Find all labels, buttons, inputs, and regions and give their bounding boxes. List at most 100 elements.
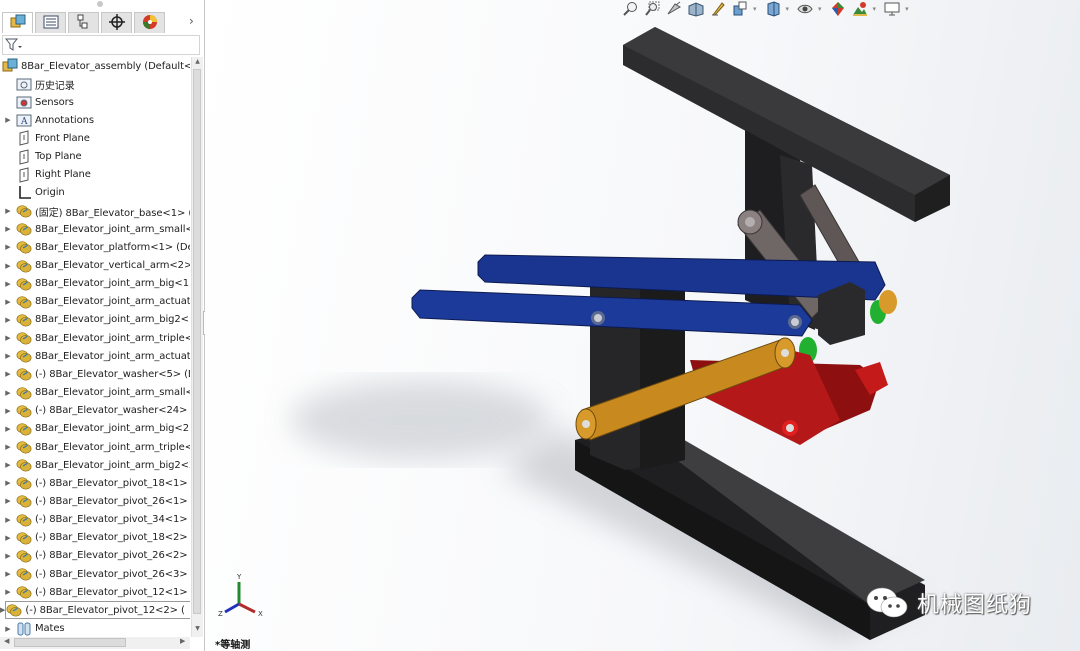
tree-item[interactable]: ▶ (-) 8Bar_Elevator_pivot_34<1> ( (0, 511, 190, 529)
tree-item[interactable]: Sensors (0, 93, 190, 111)
tree-item-content: Front Plane (16, 130, 90, 147)
propertymanager-tab[interactable] (35, 12, 66, 33)
tree-item[interactable]: ▶ A Annotations (0, 111, 190, 129)
tree-item-content: (-) 8Bar_Elevator_pivot_18<1> ( (16, 475, 190, 491)
vertical-scroll-thumb[interactable] (193, 69, 201, 614)
expand-arrow-icon[interactable]: ▶ (0, 588, 16, 596)
expand-arrow-icon[interactable]: ▶ (0, 243, 16, 251)
tree-item-label: Mates (35, 623, 65, 634)
tree-item-content: 8Bar_Elevator_joint_arm_triple< (16, 439, 190, 455)
scroll-down-arrow[interactable]: ▼ (193, 625, 202, 632)
tree-item[interactable]: 历史记录 (0, 75, 190, 93)
expand-arrow-icon[interactable]: ▶ (0, 316, 16, 324)
tree-item-label: Top Plane (35, 151, 82, 163)
tree-item[interactable]: ▶ (-) 8Bar_Elevator_pivot_26<2> ( (0, 547, 190, 565)
part-icon (16, 312, 32, 328)
tree-item[interactable]: ▶ (-) 8Bar_Elevator_pivot_12<2> ( (0, 601, 190, 620)
displaymanager-tab[interactable] (134, 12, 165, 33)
tree-item-content: 8Bar_Elevator_joint_arm_triple< (16, 330, 190, 346)
tree-item[interactable]: ▶ (-) 8Bar_Elevator_pivot_26<1> ( (0, 492, 190, 510)
horizontal-scroll-thumb[interactable] (14, 638, 126, 647)
tree-horizontal-scrollbar[interactable]: ◀ ▶ (0, 637, 190, 649)
expand-arrow-icon[interactable]: ▶ (0, 116, 16, 124)
tree-item[interactable]: Front Plane (0, 129, 190, 147)
tree-item-content: 8Bar_Elevator_joint_arm_small< (16, 385, 190, 401)
part-icon (16, 221, 32, 237)
tree-item[interactable]: ▶ 8Bar_Elevator_joint_arm_triple< (0, 329, 190, 347)
tree-item[interactable]: ▶ (-) 8Bar_Elevator_pivot_18<1> ( (0, 474, 190, 492)
tree-vertical-scrollbar[interactable]: ▲ ▼ (191, 57, 203, 637)
tree-item[interactable]: Top Plane (0, 148, 190, 166)
tree-item[interactable]: ▶ Mates (0, 620, 190, 638)
expand-arrow-icon[interactable]: ▶ (0, 497, 16, 505)
tree-item[interactable]: ▶ 8Bar_Elevator_platform<1> (De (0, 238, 190, 256)
dimxpert-tab[interactable] (101, 12, 132, 33)
expand-arrow-icon[interactable]: ▶ (0, 280, 16, 288)
tree-item[interactable]: Origin (0, 184, 190, 202)
tree-item[interactable]: ▶ (固定) 8Bar_Elevator_base<1> ( (0, 202, 190, 220)
tree-item-label: (-) 8Bar_Elevator_pivot_26<2> ( (35, 550, 190, 562)
expand-arrow-icon[interactable]: ▶ (0, 534, 16, 542)
expand-arrow-icon[interactable]: ▶ (0, 207, 16, 215)
expand-arrow-icon[interactable]: ▶ (0, 516, 16, 524)
expand-arrow-icon[interactable]: ▶ (0, 552, 16, 560)
tree-item[interactable]: ▶ (-) 8Bar_Elevator_washer<5> (D (0, 365, 190, 383)
tree-root-label: 8Bar_Elevator_assembly (Default<D (21, 60, 190, 72)
tree-root-assembly[interactable]: 8Bar_Elevator_assembly (Default<D (0, 57, 190, 75)
more-tabs-button[interactable]: › (189, 14, 194, 28)
expand-arrow-icon[interactable]: ▶ (0, 570, 16, 578)
tree-item-content: Origin (16, 185, 65, 201)
configurationmanager-tab[interactable] (68, 12, 99, 33)
tree-item[interactable]: ▶ 8Bar_Elevator_joint_arm_actuatc (0, 293, 190, 311)
tree-item[interactable]: ▶ (-) 8Bar_Elevator_pivot_26<3> ( (0, 565, 190, 583)
tree-item[interactable]: ▶ 8Bar_Elevator_joint_arm_small< (0, 220, 190, 238)
tree-item[interactable]: ▶ (-) 8Bar_Elevator_pivot_18<2> ( (0, 529, 190, 547)
tree-item-content: (固定) 8Bar_Elevator_base<1> ( (16, 203, 190, 219)
tree-item-label: 8Bar_Elevator_joint_arm_triple< (35, 441, 190, 453)
filter-bar[interactable] (2, 35, 200, 55)
graphics-viewport[interactable]: ▾ ▾ ▾ ▾ ▾ Y Z X *等轴测 机械图纸狗 (205, 0, 1080, 651)
tree-item-label: Right Plane (35, 169, 91, 181)
expand-arrow-icon[interactable]: ▶ (0, 443, 16, 451)
expand-arrow-icon[interactable]: ▶ (0, 334, 16, 342)
expand-arrow-icon[interactable]: ▶ (0, 262, 16, 270)
expand-arrow-icon[interactable]: ▶ (0, 389, 16, 397)
tree-item[interactable]: ▶ (-) 8Bar_Elevator_pivot_12<1> ( (0, 583, 190, 601)
tree-item[interactable]: Right Plane (0, 166, 190, 184)
part-icon (6, 602, 22, 618)
filter-icon[interactable] (4, 38, 23, 55)
featuremanager-tab[interactable] (2, 12, 33, 33)
expand-arrow-icon[interactable]: ▶ (0, 425, 16, 433)
scroll-right-arrow[interactable]: ▶ (180, 637, 185, 645)
scroll-left-arrow[interactable]: ◀ (4, 637, 9, 645)
assembly-3d-model[interactable] (205, 0, 1080, 651)
expand-arrow-icon[interactable]: ▶ (0, 352, 16, 360)
tree-item[interactable]: ▶ 8Bar_Elevator_joint_arm_big2<1 (0, 311, 190, 329)
tree-item[interactable]: ▶ 8Bar_Elevator_joint_arm_small< (0, 384, 190, 402)
tree-item[interactable]: ▶ 8Bar_Elevator_joint_arm_triple< (0, 438, 190, 456)
tree-item[interactable]: ▶ 8Bar_Elevator_joint_arm_big<1> (0, 275, 190, 293)
tree-item[interactable]: ▶ 8Bar_Elevator_joint_arm_actuatc (0, 347, 190, 365)
expand-arrow-icon[interactable]: ▶ (0, 370, 16, 378)
crosshair-icon (108, 13, 125, 33)
panel-grip[interactable] (97, 1, 103, 7)
expand-arrow-icon[interactable]: ▶ (0, 407, 16, 415)
svg-text:A: A (20, 117, 28, 127)
tree-item-content: 8Bar_Elevator_joint_arm_big<1> (16, 276, 190, 292)
configuration-icon (76, 14, 92, 33)
expand-arrow-icon[interactable]: ▶ (0, 461, 16, 469)
tree-item[interactable]: ▶ 8Bar_Elevator_joint_arm_big2<2 (0, 456, 190, 474)
expand-arrow-icon[interactable]: ▶ (0, 298, 16, 306)
tree-item-label: Annotations (35, 114, 94, 126)
scroll-up-arrow[interactable]: ▲ (193, 58, 202, 65)
tree-item[interactable]: ▶ 8Bar_Elevator_joint_arm_big<2> (0, 420, 190, 438)
tree-item-content: Right Plane (16, 167, 91, 183)
expand-arrow-icon[interactable]: ▶ (0, 625, 16, 633)
tree-item-label: 8Bar_Elevator_joint_arm_actuatc (35, 350, 190, 362)
part-icon (16, 348, 32, 364)
tree-item[interactable]: ▶ (-) 8Bar_Elevator_washer<24> ( (0, 402, 190, 420)
tree-item[interactable]: ▶ 8Bar_Elevator_vertical_arm<2> (0, 257, 190, 275)
tree-item-content: (-) 8Bar_Elevator_pivot_18<2> ( (16, 530, 190, 546)
expand-arrow-icon[interactable]: ▶ (0, 479, 16, 487)
expand-arrow-icon[interactable]: ▶ (0, 225, 16, 233)
